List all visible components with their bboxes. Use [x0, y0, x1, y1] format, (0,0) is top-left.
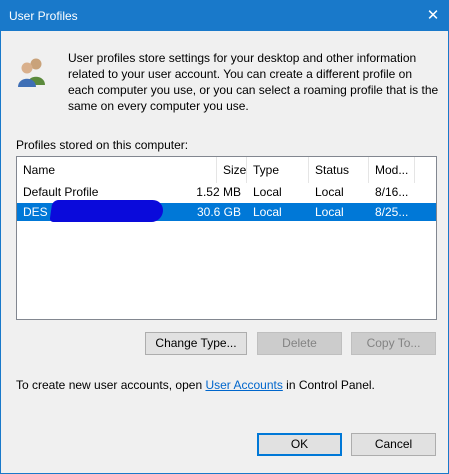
change-type-button[interactable]: Change Type...	[145, 332, 247, 355]
profile-modified: 8/25...	[375, 205, 409, 219]
table-row-selected[interactable]: DES 30.6 GB Local Local 8/25...	[17, 200, 436, 222]
users-icon	[18, 58, 45, 87]
close-icon[interactable]: ✕	[418, 1, 448, 31]
user-profiles-dialog: User Profiles ✕ User profiles store sett…	[0, 0, 449, 474]
profile-modified: 8/16...	[375, 185, 409, 199]
profile-status: Local	[315, 185, 344, 199]
ok-button[interactable]: OK	[257, 433, 342, 456]
column-header-type[interactable]: Type	[247, 157, 309, 183]
profile-size: 30.6 GB	[196, 205, 241, 219]
column-header-status[interactable]: Status	[309, 157, 369, 183]
description-text: User profiles store settings for your de…	[68, 51, 439, 113]
window-title: User Profiles	[9, 9, 78, 23]
footer-suffix: in Control Panel.	[282, 378, 375, 392]
user-accounts-link[interactable]: User Accounts	[205, 378, 282, 392]
redaction-scribble	[49, 200, 165, 222]
footer-prefix: To create new user accounts, open	[16, 378, 206, 392]
column-header-size[interactable]: Size	[217, 157, 247, 183]
column-header-name[interactable]: Name	[17, 157, 217, 183]
list-header: Name Size Type Status Mod...	[17, 157, 436, 183]
delete-button[interactable]: Delete	[257, 332, 342, 355]
table-row[interactable]: Default Profile 1.52 MB Local Local 8/16…	[17, 183, 436, 201]
cancel-button[interactable]: Cancel	[351, 433, 436, 456]
copy-to-button[interactable]: Copy To...	[351, 332, 436, 355]
profile-status: Local	[315, 205, 344, 219]
profile-type: Local	[253, 205, 282, 219]
title-bar: User Profiles ✕	[1, 1, 448, 31]
footer-text: To create new user accounts, open User A…	[16, 378, 375, 392]
profile-size: 1.52 MB	[196, 185, 241, 199]
column-header-modified[interactable]: Mod...	[369, 157, 415, 183]
profiles-label: Profiles stored on this computer:	[16, 138, 189, 152]
profile-type: Local	[253, 185, 282, 199]
profiles-list[interactable]: Name Size Type Status Mod... Default Pro…	[16, 156, 437, 320]
